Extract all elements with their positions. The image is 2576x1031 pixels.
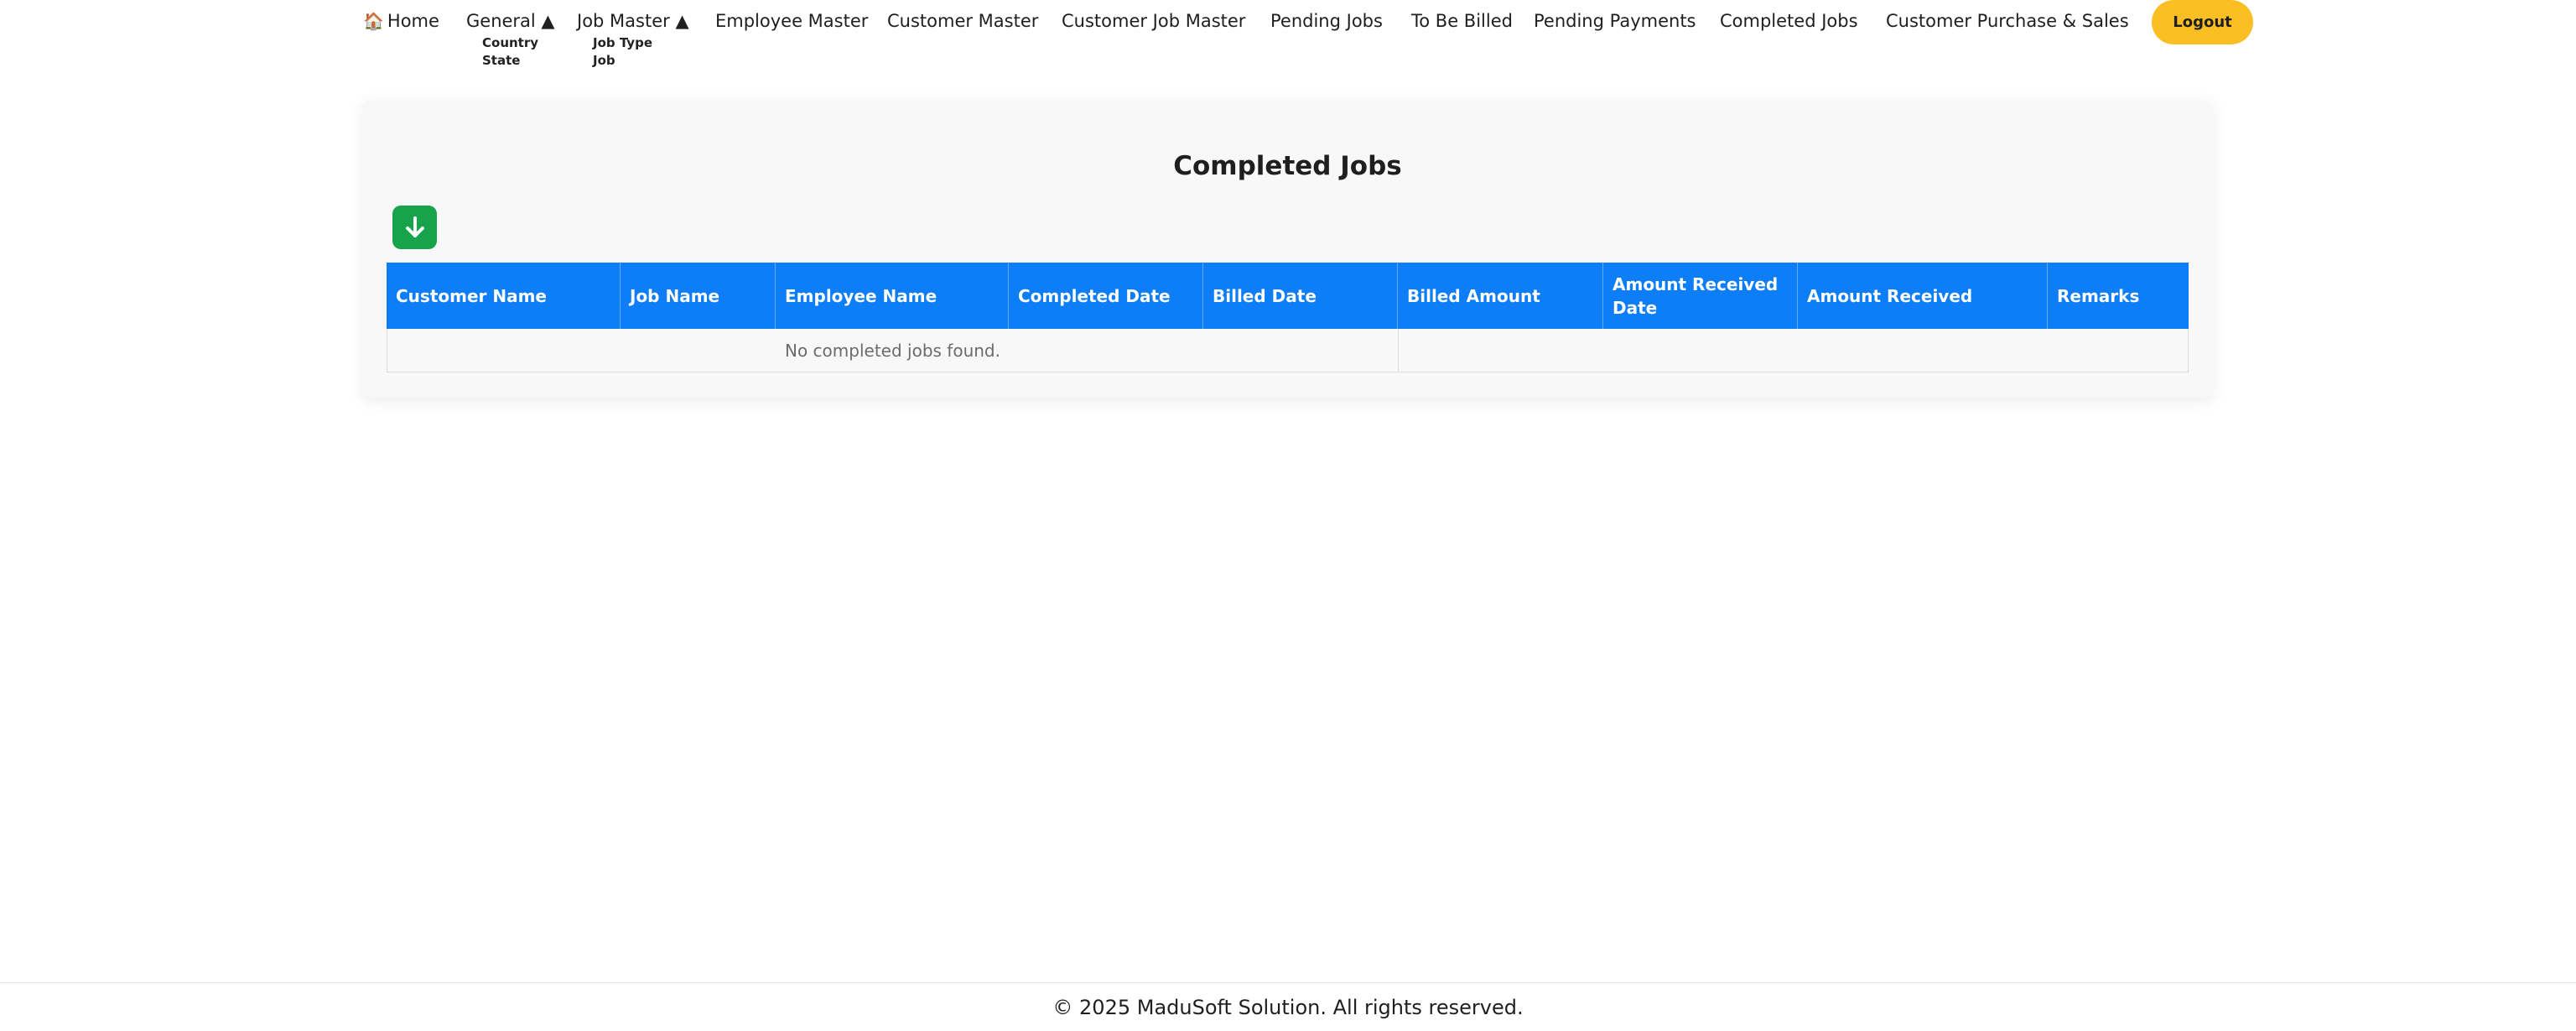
table-row: No completed jobs found. (387, 329, 2189, 372)
nav-customer-job-master[interactable]: Customer Job Master (1062, 10, 1245, 32)
column-header-billed-amount[interactable]: Billed Amount (1398, 263, 1603, 329)
arrow-down-icon (405, 216, 424, 237)
column-header-customer-name[interactable]: Customer Name (387, 263, 621, 329)
download-button[interactable] (392, 206, 437, 249)
nav-customer-purchase-sales[interactable]: Customer Purchase & Sales (1886, 10, 2129, 32)
nav-to-be-billed[interactable]: To Be Billed (1411, 10, 1513, 32)
submenu-item-job[interactable]: Job (593, 52, 652, 70)
completed-jobs-card: Completed Jobs Customer Name Job Name Em… (362, 101, 2213, 398)
submenu-item-country[interactable]: Country (482, 34, 538, 52)
column-header-employee-name[interactable]: Employee Name (776, 263, 1009, 329)
nav-pending-payments[interactable]: Pending Payments (1534, 10, 1696, 32)
logout-button[interactable]: Logout (2152, 0, 2253, 44)
nav-general[interactable]: General ▲ (466, 10, 555, 32)
empty-table-message: No completed jobs found. (387, 329, 1399, 372)
job-master-submenu: Job Type Job (593, 34, 652, 70)
house-icon: 🏠 (363, 11, 384, 31)
column-header-remarks[interactable]: Remarks (2048, 263, 2189, 329)
column-header-amount-received-date[interactable]: Amount Received Date (1603, 263, 1798, 329)
general-submenu: Country State (482, 34, 538, 70)
nav-completed-jobs[interactable]: Completed Jobs (1720, 10, 1858, 32)
column-header-billed-date[interactable]: Billed Date (1203, 263, 1398, 329)
nav-customer-master[interactable]: Customer Master (887, 10, 1038, 32)
top-navbar: 🏠 Home General ▲ Country State Job Master… (0, 0, 2576, 84)
footer: © 2025 MaduSoft Solution. All rights res… (0, 982, 2576, 1031)
nav-job-master[interactable]: Job Master ▲ (577, 10, 689, 32)
nav-home-label: Home (387, 11, 439, 31)
footer-copyright: © 2025 MaduSoft Solution. All rights res… (1052, 995, 1524, 1019)
column-header-job-name[interactable]: Job Name (621, 263, 776, 329)
submenu-item-job-type[interactable]: Job Type (593, 34, 652, 52)
page-title: Completed Jobs (1173, 151, 1402, 181)
nav-employee-master[interactable]: Employee Master (715, 10, 868, 32)
table-header-row: Customer Name Job Name Employee Name Com… (387, 263, 2189, 329)
column-header-amount-received[interactable]: Amount Received (1798, 263, 2048, 329)
nav-home[interactable]: 🏠 Home (363, 10, 439, 32)
nav-pending-jobs[interactable]: Pending Jobs (1270, 10, 1383, 32)
column-header-completed-date[interactable]: Completed Date (1009, 263, 1203, 329)
submenu-item-state[interactable]: State (482, 52, 538, 70)
